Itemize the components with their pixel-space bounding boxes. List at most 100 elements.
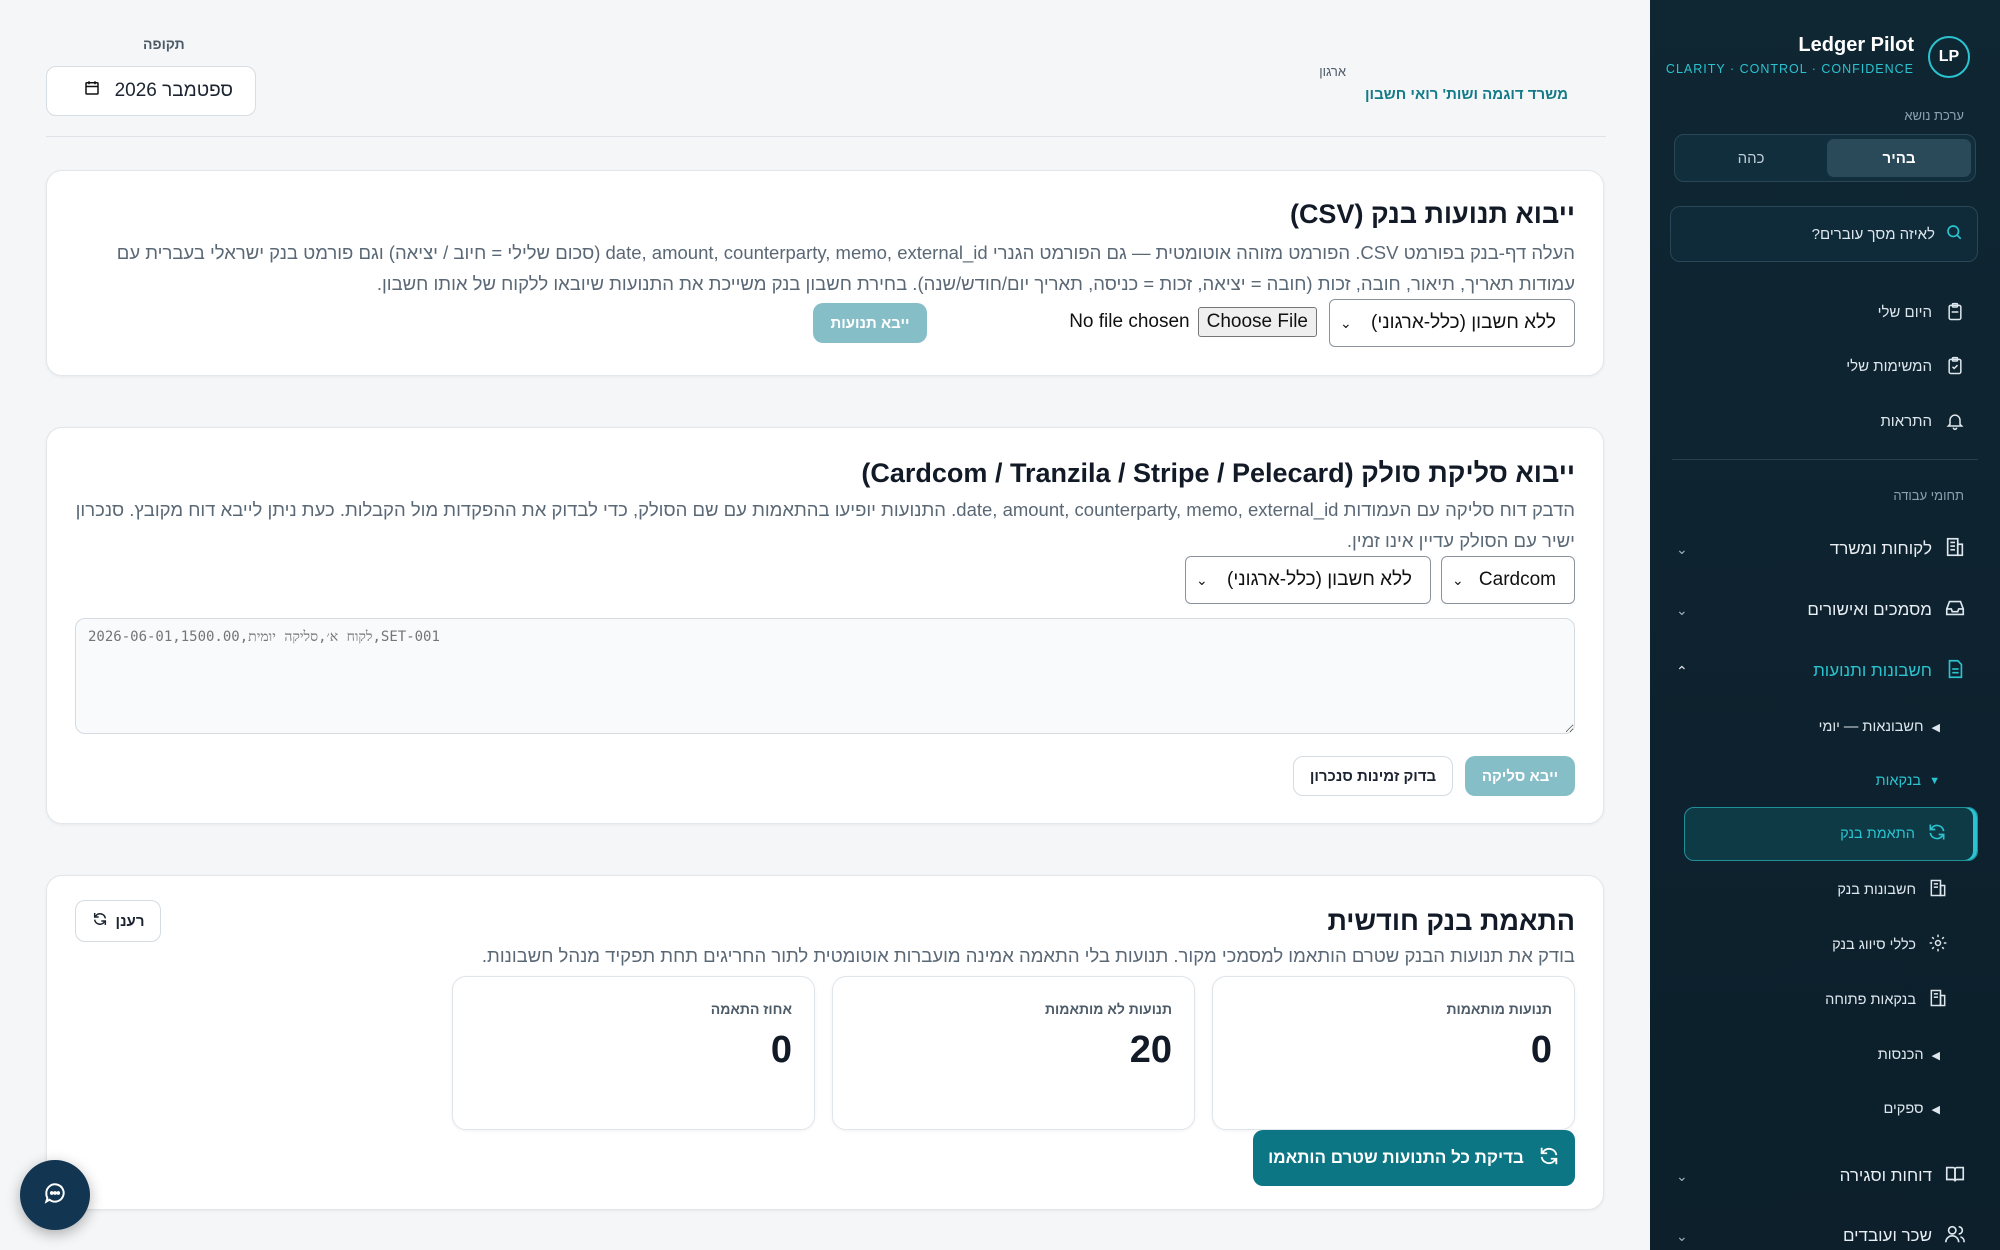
chevron-down-icon: ⌄ (1676, 1167, 1688, 1184)
org-label: ארגון (1319, 64, 1346, 79)
stat-matched-value: 0 (1530, 1029, 1552, 1071)
caret-left-icon: ◀ (1931, 721, 1940, 734)
screen-search (1670, 206, 1978, 262)
building-icon (1928, 878, 1948, 902)
nav-group-payroll[interactable]: שכר ועובדים ⌄ (1676, 1214, 1966, 1250)
run-reconciliation-label: בדיקת כל התנועות שטרם הותאמו (1268, 1148, 1524, 1167)
nav-group-documents[interactable]: מסמכים ואישורים ⌄ (1676, 588, 1966, 632)
nav-group-reports-label: דוחות וסגירה (1839, 1166, 1932, 1185)
nav-my-tasks-label: המשימות שלי (1846, 357, 1932, 375)
building-icon (1944, 536, 1966, 563)
theme-label: ערכת נושא (1904, 108, 1964, 123)
main-content: ארגון משרד דוגמה ושות' רואי חשבון תקופה … (0, 0, 1650, 1250)
nav-sub-banking[interactable]: ▼ בנקאות (1690, 763, 1940, 799)
caret-left-icon: ◀ (1931, 1049, 1940, 1062)
nav-sub-suppliers-label: ספקים (1883, 1101, 1924, 1117)
building-icon (1928, 988, 1948, 1012)
stat-unmatched: תנועות לא מותאמות 20 (832, 976, 1195, 1130)
nav-sub-income[interactable]: ◀ הכנסות (1690, 1037, 1940, 1073)
settlement-account-select[interactable]: ללא חשבון (כלל-ארגוני) ⌄ (1185, 556, 1431, 604)
settlement-import-card: ייבוא סליקת סולק (Cardcom / Tranzila / S… (46, 427, 1604, 824)
nav-sub-income-label: הכנסות (1877, 1047, 1924, 1063)
nav-open-banking-label: בנקאות פתוחה (1825, 992, 1916, 1008)
nav-bank-reconciliation-label: התאמת בנק (1840, 826, 1915, 842)
theme-dark-option[interactable]: כהה (1679, 139, 1823, 177)
nav-group-documents-label: מסמכים ואישורים (1807, 600, 1932, 619)
reconciliation-title: התאמת בנק חודשית (1327, 906, 1575, 936)
csv-account-select[interactable]: ללא חשבון (כלל-ארגוני) ⌄ (1329, 299, 1575, 347)
brand-logo: LP (1928, 36, 1970, 78)
sidebar: LP Ledger Pilot CLARITY · CONTROL · CONF… (1650, 0, 2000, 1250)
acquirer-select-value: Cardcom (1478, 569, 1556, 590)
chevron-up-icon: ⌃ (1676, 662, 1688, 679)
chevron-down-icon: ⌄ (1676, 601, 1688, 618)
stat-matched-label: תנועות מותאמות (1446, 1001, 1552, 1017)
refresh-icon (92, 911, 108, 931)
nav-my-day[interactable]: היום שלי (1676, 292, 1966, 332)
stat-match-rate-label: אחוז התאמה (710, 1001, 792, 1017)
nav-sub-daily[interactable]: ◀ חשבונאות — יומי (1690, 709, 1940, 745)
csv-account-select-value: ללא חשבון (כלל-ארגוני) (1371, 312, 1556, 333)
bell-icon (1944, 410, 1966, 432)
nav-sub-suppliers[interactable]: ◀ ספקים (1690, 1091, 1940, 1127)
chevron-down-icon: ⌄ (1452, 571, 1464, 588)
brand-name: Ledger Pilot (1798, 34, 1914, 56)
brand[interactable]: LP Ledger Pilot CLARITY · CONTROL · CONF… (1666, 32, 1970, 82)
import-settlement-button[interactable]: ייבא סליקה (1465, 756, 1575, 796)
caret-down-icon: ▼ (1929, 775, 1940, 787)
settlement-report-textarea[interactable] (75, 618, 1575, 734)
nav-bank-reconciliation[interactable]: התאמת בנק (1684, 807, 1978, 861)
document-icon (1944, 658, 1966, 685)
stat-unmatched-value: 20 (1129, 1029, 1172, 1071)
file-status: No file chosen (1069, 311, 1190, 332)
nav-alerts[interactable]: התראות (1676, 401, 1966, 441)
settlement-account-select-value: ללא חשבון (כלל-ארגוני) (1227, 569, 1412, 590)
nav-group-accounting[interactable]: חשבונות ותנועות ⌃ (1676, 649, 1966, 693)
calendar-icon[interactable] (83, 79, 101, 103)
reconciliation-card: התאמת בנק חודשית בודק את תנועות הבנק שטר… (46, 875, 1604, 1210)
stat-matched: תנועות מותאמות 0 (1212, 976, 1575, 1130)
sidebar-divider (1672, 459, 1978, 460)
nav-open-banking[interactable]: בנקאות פתוחה (1688, 980, 1948, 1020)
nav-sub-banking-label: בנקאות (1875, 773, 1922, 789)
stat-match-rate-value: 0 (770, 1029, 792, 1071)
period-picker[interactable]: ספטמבר 2026 (46, 66, 256, 116)
nav-group-reports[interactable]: דוחות וסגירה ⌄ (1676, 1154, 1966, 1198)
csv-import-description: העלה דף-בנק בפורמט CSV. הפורמט מזוהה אוט… (116, 242, 1575, 294)
chat-button[interactable] (20, 1160, 90, 1230)
stat-unmatched-label: תנועות לא מותאמות (1045, 1001, 1172, 1017)
period-label: תקופה (143, 36, 185, 52)
chevron-down-icon: ⌄ (1676, 1227, 1688, 1244)
import-transactions-button[interactable]: ייבא תנועות (813, 303, 927, 343)
nav-group-payroll-label: שכר ועובדים (1842, 1226, 1932, 1245)
book-icon (1944, 1163, 1966, 1190)
choose-file-button[interactable]: Choose File (1197, 307, 1317, 337)
nav-classification-rules[interactable]: כללי סיווג בנק (1688, 925, 1948, 965)
run-reconciliation-button[interactable]: בדיקת כל התנועות שטרם הותאמו (1253, 1130, 1575, 1186)
inbox-icon (1944, 597, 1966, 624)
clipboard-check-icon (1944, 355, 1966, 377)
nav-classification-rules-label: כללי סיווג בנק (1832, 937, 1916, 953)
nav-group-accounting-label: חשבונות ותנועות (1813, 661, 1932, 680)
check-sync-button[interactable]: בדוק זמינות סנכרון (1293, 756, 1453, 796)
work-areas-label: תחומי עבודה (1893, 488, 1964, 503)
nav-bank-accounts[interactable]: חשבונות בנק (1688, 870, 1948, 910)
stat-match-rate: אחוז התאמה 0 (452, 976, 815, 1130)
refresh-icon (1927, 822, 1947, 846)
nav-group-clients[interactable]: לקוחות ומשרד ⌄ (1676, 527, 1966, 571)
nav-my-day-label: היום שלי (1877, 303, 1932, 321)
org-name[interactable]: משרד דוגמה ושות' רואי חשבון (1365, 86, 1568, 103)
csv-import-card: ייבוא תנועות בנק (CSV) העלה דף-בנק בפורמ… (46, 170, 1604, 376)
brand-tagline: CLARITY · CONTROL · CONFIDENCE (1665, 62, 1914, 76)
nav-bank-accounts-label: חשבונות בנק (1837, 882, 1916, 898)
nav-group-clients-label: לקוחות ומשרד (1829, 539, 1932, 558)
nav-alerts-label: התראות (1880, 412, 1932, 430)
acquirer-select[interactable]: Cardcom ⌄ (1441, 556, 1575, 604)
theme-light-option[interactable]: בהיר (1827, 139, 1971, 177)
screen-search-input[interactable] (1685, 225, 1935, 243)
refresh-button[interactable]: רענן (75, 900, 161, 942)
theme-toggle: בהיר כהה (1674, 134, 1976, 182)
gear-icon (1928, 933, 1948, 957)
nav-my-tasks[interactable]: המשימות שלי (1676, 346, 1966, 386)
refresh-button-label: רענן (115, 912, 145, 930)
